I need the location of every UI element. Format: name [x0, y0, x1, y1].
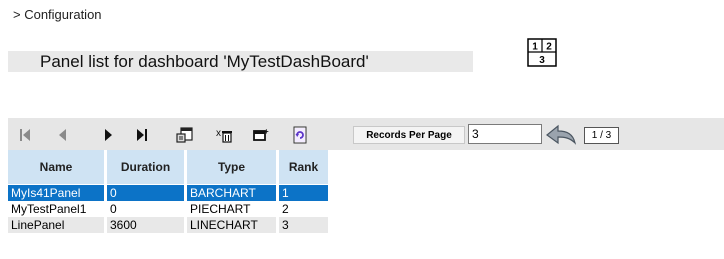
cell-name: MyTestPanel1: [8, 201, 107, 217]
svg-text:x: x: [216, 128, 221, 139]
delete-button[interactable]: x: [214, 124, 236, 146]
add-button[interactable]: +: [250, 124, 272, 146]
column-header-type[interactable]: Type: [187, 150, 279, 184]
column-header-duration[interactable]: Duration: [107, 150, 187, 184]
breadcrumb[interactable]: > Configuration: [13, 7, 102, 22]
next-page-button[interactable]: [97, 124, 119, 146]
cell-duration: 0: [107, 184, 187, 201]
records-per-page-input[interactable]: [468, 124, 542, 144]
cell-type: PIECHART: [187, 201, 279, 217]
table-row[interactable]: MyIs41Panel 0 BARCHART 1: [8, 184, 328, 201]
properties-icon: [176, 127, 193, 143]
cell-rank: 1: [279, 184, 328, 201]
panel-table: Name Duration Type Rank MyIs41Panel 0 BA…: [8, 150, 328, 233]
cell-type: BARCHART: [187, 184, 279, 201]
cell-name: LinePanel: [8, 217, 107, 233]
refresh-button[interactable]: [289, 124, 311, 146]
layout-cell-2: 2: [546, 42, 552, 53]
cell-rank: 2: [279, 201, 328, 217]
svg-text:+: +: [264, 127, 269, 136]
apply-records-button[interactable]: [544, 122, 578, 148]
last-page-button[interactable]: [131, 124, 153, 146]
next-page-icon: [105, 129, 112, 141]
return-arrow-icon: [546, 124, 577, 145]
grid-toolbar: x + Records Per Page 1 / 3: [8, 118, 724, 150]
properties-button[interactable]: [174, 124, 196, 146]
layout-cell-1: 1: [532, 42, 538, 53]
prev-page-icon: [59, 129, 66, 141]
delete-icon: x: [216, 128, 232, 143]
last-page-icon: [137, 129, 147, 141]
cell-name: MyIs41Panel: [8, 184, 107, 201]
records-per-page-label: Records Per Page: [353, 126, 465, 144]
table-row[interactable]: MyTestPanel1 0 PIECHART 2: [8, 201, 328, 217]
page-indicator: 1 / 3: [584, 127, 619, 144]
cell-rank: 3: [279, 217, 328, 233]
page-title: Panel list for dashboard 'MyTestDashBoar…: [8, 51, 473, 72]
panel-layout-icon[interactable]: 1 2 3: [527, 38, 557, 67]
cell-duration: 3600: [107, 217, 187, 233]
table-header-row: Name Duration Type Rank: [8, 150, 328, 184]
first-page-icon: [20, 129, 30, 141]
cell-duration: 0: [107, 201, 187, 217]
column-header-name[interactable]: Name: [8, 150, 107, 184]
table-row[interactable]: LinePanel 3600 LINECHART 3: [8, 217, 328, 233]
cell-type: LINECHART: [187, 217, 279, 233]
first-page-button[interactable]: [14, 124, 36, 146]
add-icon: +: [253, 127, 269, 141]
prev-page-button[interactable]: [52, 124, 74, 146]
layout-cell-3: 3: [539, 55, 545, 66]
column-header-rank[interactable]: Rank: [279, 150, 328, 184]
refresh-icon: [293, 126, 307, 144]
